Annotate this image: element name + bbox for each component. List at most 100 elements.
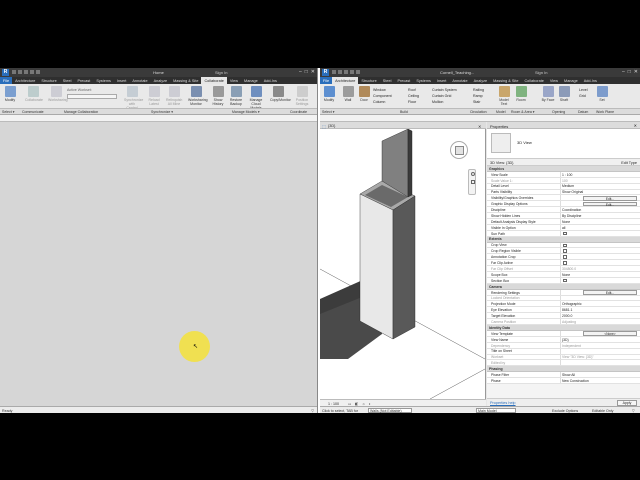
undo-icon[interactable]	[344, 70, 348, 74]
restore-backup-button[interactable]: Restore Backup	[228, 86, 244, 106]
shadows-icon[interactable]: ◐	[369, 402, 371, 406]
sign-in-link[interactable]: Sign In	[535, 70, 547, 75]
3d-view-canvas[interactable]	[319, 128, 486, 400]
property-checkbox[interactable]	[563, 255, 567, 259]
panel-select[interactable]: Select ▾	[2, 110, 14, 114]
tab-massing-site[interactable]: Massing & Site	[490, 77, 521, 84]
apply-button[interactable]: Apply	[617, 400, 637, 406]
copy-monitor-button[interactable]: Copy/Monitor	[270, 86, 291, 102]
tab-structure[interactable]: Structure	[38, 77, 59, 84]
property-checkbox[interactable]	[563, 243, 567, 248]
property-value[interactable]: Orthographic	[562, 302, 582, 306]
open-icon[interactable]	[332, 70, 336, 74]
synchronize-button[interactable]: Synchronize with Central	[124, 86, 143, 110]
viewcube-icon[interactable]	[450, 141, 468, 159]
property-value[interactable]: View "3D View: {3D}"	[562, 355, 594, 359]
room-button[interactable]: Room	[513, 86, 529, 102]
tab-systems[interactable]: Systems	[93, 77, 114, 84]
save-icon[interactable]	[338, 70, 342, 74]
tab-analyze[interactable]: Analyze	[471, 77, 491, 84]
by-face-button[interactable]: By Face	[540, 86, 556, 102]
property-value[interactable]: all	[562, 226, 565, 230]
tab-collaborate[interactable]: Collaborate	[201, 77, 227, 84]
door-button[interactable]: Door	[356, 86, 372, 102]
tab-annotate[interactable]: Annotate	[449, 77, 470, 84]
collaborate-button[interactable]: Collaborate	[25, 86, 43, 102]
zoom-icon[interactable]	[470, 180, 475, 184]
tab-file[interactable]: File	[320, 77, 333, 84]
editable-only-checkbox[interactable]: Editable Only	[592, 409, 613, 413]
active-workset-dropdown[interactable]	[67, 94, 117, 99]
panel-select[interactable]: Select ▾	[322, 110, 334, 114]
tab-annotate[interactable]: Annotate	[129, 77, 150, 84]
properties-help-link[interactable]: Properties help	[490, 401, 516, 405]
property-value[interactable]: Show Original	[562, 190, 583, 194]
property-checkbox[interactable]	[563, 278, 567, 283]
property-value[interactable]: New Construction	[562, 379, 589, 383]
close-icon[interactable]: ✕	[311, 69, 315, 75]
tab-file[interactable]: File	[0, 77, 13, 84]
property-value[interactable]: Independent	[562, 344, 581, 348]
tab-systems[interactable]: Systems	[413, 77, 434, 84]
property-value[interactable]: {3D}	[562, 338, 569, 342]
relinquish-button[interactable]: Relinquish All Mine	[166, 86, 182, 106]
tab-steel[interactable]: Steel	[60, 77, 75, 84]
tab-manage[interactable]: Manage	[561, 77, 581, 84]
view-tab-3d[interactable]: ⬚ {3D} ✕	[320, 122, 486, 129]
tab-insert[interactable]: Insert	[434, 77, 450, 84]
worksharing-button[interactable]: Worksharing	[48, 86, 68, 102]
revit-logo-icon[interactable]: R	[322, 69, 329, 76]
tab-manage[interactable]: Manage	[241, 77, 261, 84]
property-value[interactable]: None	[562, 273, 570, 277]
tab-structure[interactable]: Structure	[358, 77, 379, 84]
position-settings-button[interactable]: Position Settings	[294, 86, 310, 106]
tab-insert[interactable]: Insert	[114, 77, 130, 84]
view-scale[interactable]: 1 : 100	[328, 402, 339, 406]
property-checkbox[interactable]	[563, 261, 567, 265]
type-selector[interactable]: 3D View	[487, 129, 640, 159]
property-edit-button[interactable]: Edit...	[583, 201, 637, 207]
minimize-icon[interactable]: –	[299, 69, 302, 75]
property-value[interactable]: 2000.0	[562, 314, 572, 318]
property-value[interactable]: Show All	[562, 373, 575, 377]
tab-analyze[interactable]: Analyze	[151, 77, 171, 84]
property-checkbox[interactable]	[563, 231, 567, 236]
redo-icon[interactable]	[350, 70, 354, 74]
modify-button[interactable]: Modify	[2, 86, 18, 102]
close-icon[interactable]: ✕	[634, 123, 637, 128]
modify-button[interactable]: Modify	[321, 86, 337, 102]
sign-in-link[interactable]: Sign In	[215, 70, 227, 75]
filter-icon[interactable]: ▽	[311, 409, 314, 413]
show-history-button[interactable]: Show History	[210, 86, 226, 106]
panel-manage-models[interactable]: Manage Models ▾	[232, 110, 260, 114]
sun-path-icon[interactable]: ☼	[362, 402, 365, 406]
property-checkbox[interactable]	[563, 249, 567, 253]
tab-view[interactable]: View	[227, 77, 241, 84]
property-edit-button[interactable]: <None>	[583, 331, 637, 336]
maximize-icon[interactable]: □	[628, 69, 631, 75]
property-row[interactable]: Phase New Construction	[487, 378, 640, 384]
property-value[interactable]: 1 : 100	[562, 173, 572, 177]
instance-selector[interactable]: 3D View: {3D} Edit Type	[487, 159, 640, 166]
minimize-icon[interactable]: –	[622, 69, 625, 75]
worksharing-monitor-button[interactable]: Worksharing Monitor	[188, 86, 208, 106]
wall-button[interactable]: Wall	[340, 86, 356, 102]
property-value[interactable]: None	[562, 220, 570, 224]
reload-latest-button[interactable]: Reload Latest	[146, 86, 162, 106]
viewcube-face[interactable]	[455, 146, 464, 155]
filter-icon[interactable]: ▽	[632, 409, 635, 413]
property-edit-button[interactable]: Edit...	[583, 195, 637, 201]
manage-cloud-models-button[interactable]: Manage Cloud Models	[248, 86, 264, 110]
property-value[interactable]: Adjusting	[562, 320, 576, 324]
model-text-button[interactable]: Model Text	[496, 86, 512, 106]
property-value[interactable]: 100	[562, 179, 568, 183]
tab-architecture[interactable]: Architecture	[12, 77, 38, 84]
set-workplane-button[interactable]: Set	[594, 86, 610, 102]
tab-massing-site[interactable]: Massing & Site	[170, 77, 201, 84]
navigation-bar[interactable]	[468, 169, 476, 195]
tab-precast[interactable]: Precast	[394, 77, 413, 84]
panel-synchronize[interactable]: Synchronize ▾	[151, 110, 173, 114]
close-icon[interactable]: ✕	[634, 69, 638, 75]
stair-button[interactable]: Stair	[473, 99, 484, 105]
property-value[interactable]: 304800.0	[562, 267, 576, 271]
